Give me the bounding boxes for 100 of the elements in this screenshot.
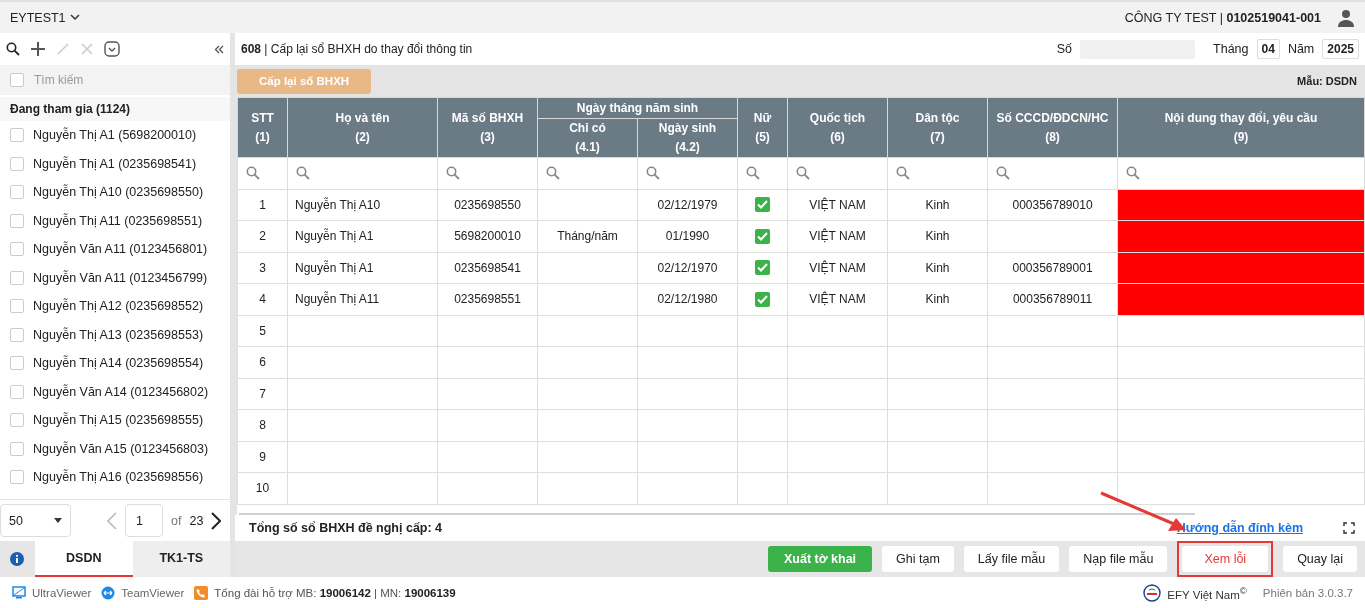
checkbox[interactable]: [10, 242, 24, 257]
form-title: 608 | Cấp lại sổ BHXH do thay đổi thông tin: [241, 42, 473, 56]
employee-item[interactable]: Nguyễn Thị A10 (0235698550): [33, 185, 204, 200]
employee-item[interactable]: Nguyễn Văn A15 (0123456803): [33, 441, 209, 456]
employee-item[interactable]: Nguyễn Thị A16 (0235698556): [33, 470, 204, 485]
column-header: Quốc tịch (6): [809, 110, 866, 144]
fullscreen-icon[interactable]: [1343, 522, 1355, 534]
search-icon: [796, 166, 810, 181]
column-header: Chỉ có (4.1): [569, 121, 606, 154]
search-icon: [996, 166, 1010, 181]
info-icon[interactable]: [10, 552, 25, 566]
column-header: Dân tộc (7): [915, 110, 960, 144]
checkbox[interactable]: [755, 228, 770, 244]
table-cell: 3: [259, 260, 266, 275]
checkbox[interactable]: [755, 260, 770, 276]
employee-item[interactable]: Nguyễn Văn A11 (0123456801): [33, 242, 208, 257]
support-link[interactable]: TeamViewer: [121, 586, 185, 599]
checkbox[interactable]: [10, 156, 24, 171]
checkbox[interactable]: [10, 299, 24, 314]
brand-logo-icon: [1143, 583, 1162, 602]
support-link[interactable]: UltraViewer: [32, 586, 92, 599]
table-cell: 0235698551: [454, 292, 521, 307]
table-cell: 02/12/1979: [657, 197, 718, 212]
checkbox[interactable]: [10, 356, 24, 371]
month-label: Tháng: [1213, 42, 1249, 56]
column-header: Nội dung thay đổi, yêu cầu (9): [1164, 110, 1318, 144]
employee-item[interactable]: Nguyễn Thị A1 (5698200010): [33, 128, 197, 143]
table-cell: 02/12/1970: [657, 260, 718, 275]
employee-item[interactable]: Nguyễn Thị A15 (0235698555): [33, 413, 204, 428]
table-cell: 8: [259, 418, 266, 433]
checkbox[interactable]: [10, 327, 24, 342]
search-icon: [646, 166, 660, 181]
action-button[interactable]: Lấy file mẫu: [963, 546, 1060, 572]
tab[interactable]: DSDN: [35, 541, 133, 577]
table-cell: 5: [259, 323, 266, 338]
page-field[interactable]: 1: [125, 504, 163, 537]
employee-item[interactable]: Nguyễn Thị A1 (0235698541): [33, 156, 197, 171]
checkbox[interactable]: [10, 384, 24, 399]
table-cell: 5698200010: [454, 229, 521, 244]
company-selector[interactable]: EYTEST1: [10, 10, 80, 25]
month-field[interactable]: 04: [1256, 39, 1280, 59]
table-cell: Nguyễn Thị A1: [295, 229, 374, 244]
employee-item[interactable]: Nguyễn Thị A14 (0235698554): [33, 356, 204, 371]
search-icon: [546, 166, 560, 181]
checkbox[interactable]: [755, 197, 770, 213]
table-cell: 6: [259, 355, 266, 370]
checkbox[interactable]: [10, 128, 24, 143]
employee-item[interactable]: Nguyễn Thị A13 (0235698553): [33, 327, 204, 342]
column-header: STT (1): [251, 110, 274, 144]
search-icon: [446, 166, 460, 181]
action-button[interactable]: Xem lỗi: [1182, 546, 1269, 572]
employee-item[interactable]: Nguyễn Thị A12 (0235698552): [33, 299, 204, 314]
table-cell: 10: [255, 481, 270, 496]
checkbox[interactable]: [10, 413, 24, 428]
table-cell: 1: [259, 197, 266, 212]
table-cell: Kinh: [925, 292, 950, 307]
chevron-down-icon[interactable]: [104, 41, 120, 57]
checkbox[interactable]: [10, 213, 24, 228]
total-count: Tổng số sổ BHXH đề nghị cấp: 4: [249, 521, 443, 535]
table-cell: 01/1990: [665, 229, 710, 244]
table-cell: VIỆT NAM: [809, 229, 866, 244]
table-cell: Kinh: [925, 229, 950, 244]
checkbox[interactable]: [10, 441, 24, 456]
year-field[interactable]: 2025: [1322, 39, 1359, 59]
table-cell: Nguyễn Thị A10: [295, 197, 381, 212]
delete-icon[interactable]: [80, 42, 94, 56]
number-label: Số: [1056, 42, 1073, 56]
action-button[interactable]: Ghi tạm: [882, 546, 954, 572]
employee-item[interactable]: Nguyễn Văn A11 (0123456799): [33, 270, 208, 285]
year-label: Năm: [1287, 42, 1315, 56]
checkbox[interactable]: [10, 270, 24, 285]
collapse-icon[interactable]: [214, 44, 224, 54]
checkbox[interactable]: [755, 291, 770, 307]
column-header: Số CCCD/ĐDCN/HC (8): [996, 110, 1109, 144]
total-pages: 23: [189, 513, 204, 528]
next-page-icon[interactable]: [211, 511, 222, 530]
previous-page-icon[interactable]: [107, 511, 117, 530]
action-button[interactable]: Quay lại: [1283, 546, 1357, 572]
action-button[interactable]: Nạp file mẫu: [1069, 546, 1168, 572]
employee-item[interactable]: Nguyễn Thị A11 (0235698551): [33, 213, 203, 228]
version-text: Phiên bản 3.0.3.7: [1262, 586, 1353, 599]
user-icon[interactable]: [1337, 8, 1355, 27]
remote-icon[interactable]: [101, 585, 116, 600]
edit-icon[interactable]: [56, 42, 70, 56]
search-icon: [746, 166, 760, 181]
table-cell: 7: [259, 386, 266, 401]
table-cell: 000356789011: [1012, 292, 1093, 307]
table-cell: 000356789001: [1012, 260, 1093, 275]
table-cell: 4: [259, 292, 266, 307]
group-header: Đang tham gia (1124): [0, 97, 230, 121]
add-icon[interactable]: [30, 41, 46, 57]
table-cell: Nguyễn Thị A1: [295, 260, 374, 275]
company-name: CÔNG TY TEST | 0102519041-001: [1124, 10, 1321, 25]
page-size-select[interactable]: 50: [0, 504, 71, 537]
monitor-icon[interactable]: [12, 586, 26, 599]
tab[interactable]: TK1-TS: [132, 541, 230, 577]
table-cell: Tháng/năm: [557, 229, 618, 244]
checkbox[interactable]: [10, 470, 24, 485]
employee-item[interactable]: Nguyễn Văn A14 (0123456802): [33, 384, 209, 399]
checkbox[interactable]: [10, 185, 24, 200]
